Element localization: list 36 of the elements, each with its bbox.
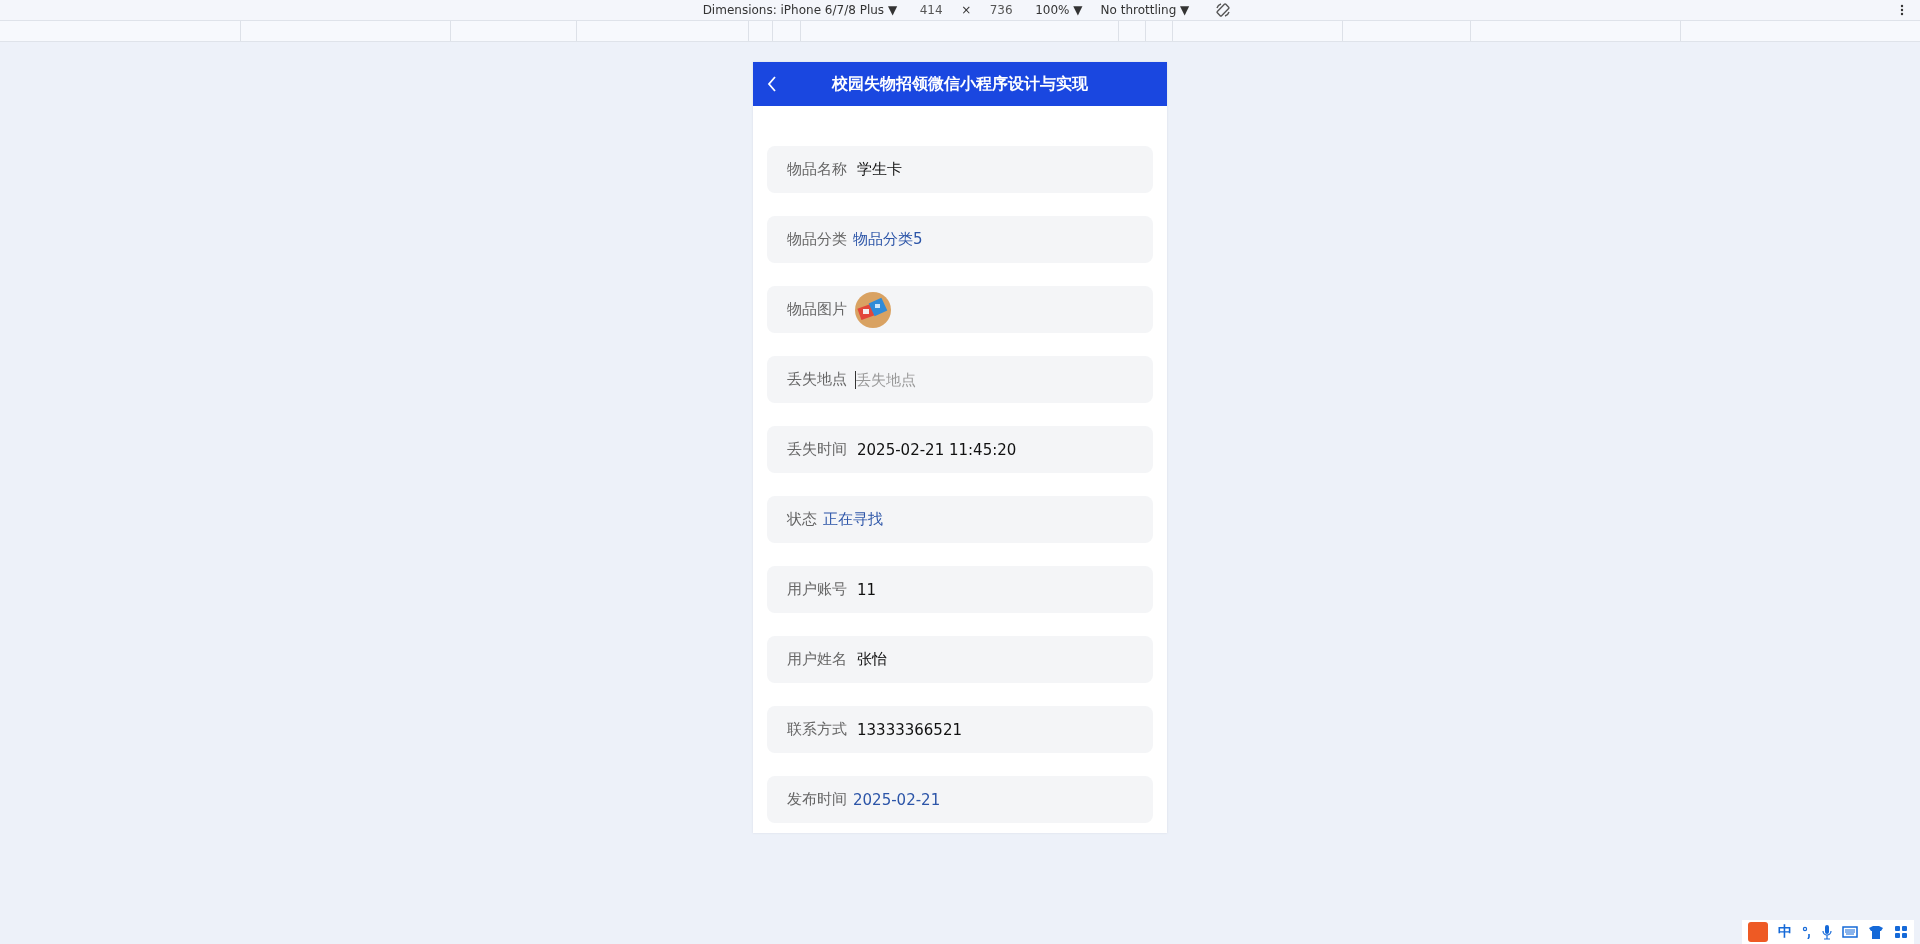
device-dropdown[interactable]: Dimensions: iPhone 6/7/8 Plus ▼ — [698, 3, 902, 17]
field-value: 物品分类5 — [853, 230, 923, 249]
field-value: 11 — [857, 580, 877, 599]
field-label: 物品图片 — [787, 300, 847, 319]
width-field[interactable]: 414 — [911, 3, 952, 17]
zoom-dropdown[interactable]: 100% ▼ — [1031, 3, 1087, 17]
back-icon[interactable] — [767, 75, 777, 93]
field-label: 物品名称 — [787, 160, 847, 179]
field-value: 张怡 — [857, 650, 887, 669]
field-label: 联系方式 — [787, 720, 847, 739]
field-label: 用户账号 — [787, 580, 847, 599]
microphone-icon[interactable] — [1822, 924, 1832, 940]
more-menu-icon[interactable] — [1900, 4, 1904, 16]
sogou-logo-icon — [1748, 922, 1768, 942]
field-label: 状态 — [787, 510, 817, 529]
page-title: 校园失物招领微信小程序设计与实现 — [832, 73, 1088, 95]
location-input[interactable]: 丢失地点 — [855, 370, 1056, 389]
punctuation-icon[interactable] — [1802, 925, 1812, 939]
field-label: 用户姓名 — [787, 650, 847, 669]
grid-icon[interactable] — [1894, 925, 1908, 939]
height-field[interactable]: 736 — [981, 3, 1022, 17]
field-value: 2025-02-21 11:45:20 — [857, 440, 1017, 459]
input-mode[interactable]: 中 — [1778, 923, 1792, 941]
field-label: 丢失地点 — [787, 370, 847, 389]
field-label: 丢失时间 — [787, 440, 847, 459]
throttling-dropdown[interactable]: No throttling ▼ — [1096, 3, 1194, 17]
times-sign: × — [961, 3, 972, 17]
field-value: 13333366521 — [857, 720, 962, 739]
field-label: 发布时间 — [787, 790, 847, 809]
field-label: 物品分类 — [787, 230, 847, 249]
keyboard-icon[interactable] — [1842, 926, 1858, 938]
shirt-icon[interactable] — [1868, 925, 1884, 939]
field-value: 2025-02-21 — [853, 790, 941, 809]
field-value: 学生卡 — [857, 160, 902, 179]
field-value: 正在寻找 — [823, 510, 883, 529]
rotate-icon[interactable] — [1215, 2, 1232, 18]
